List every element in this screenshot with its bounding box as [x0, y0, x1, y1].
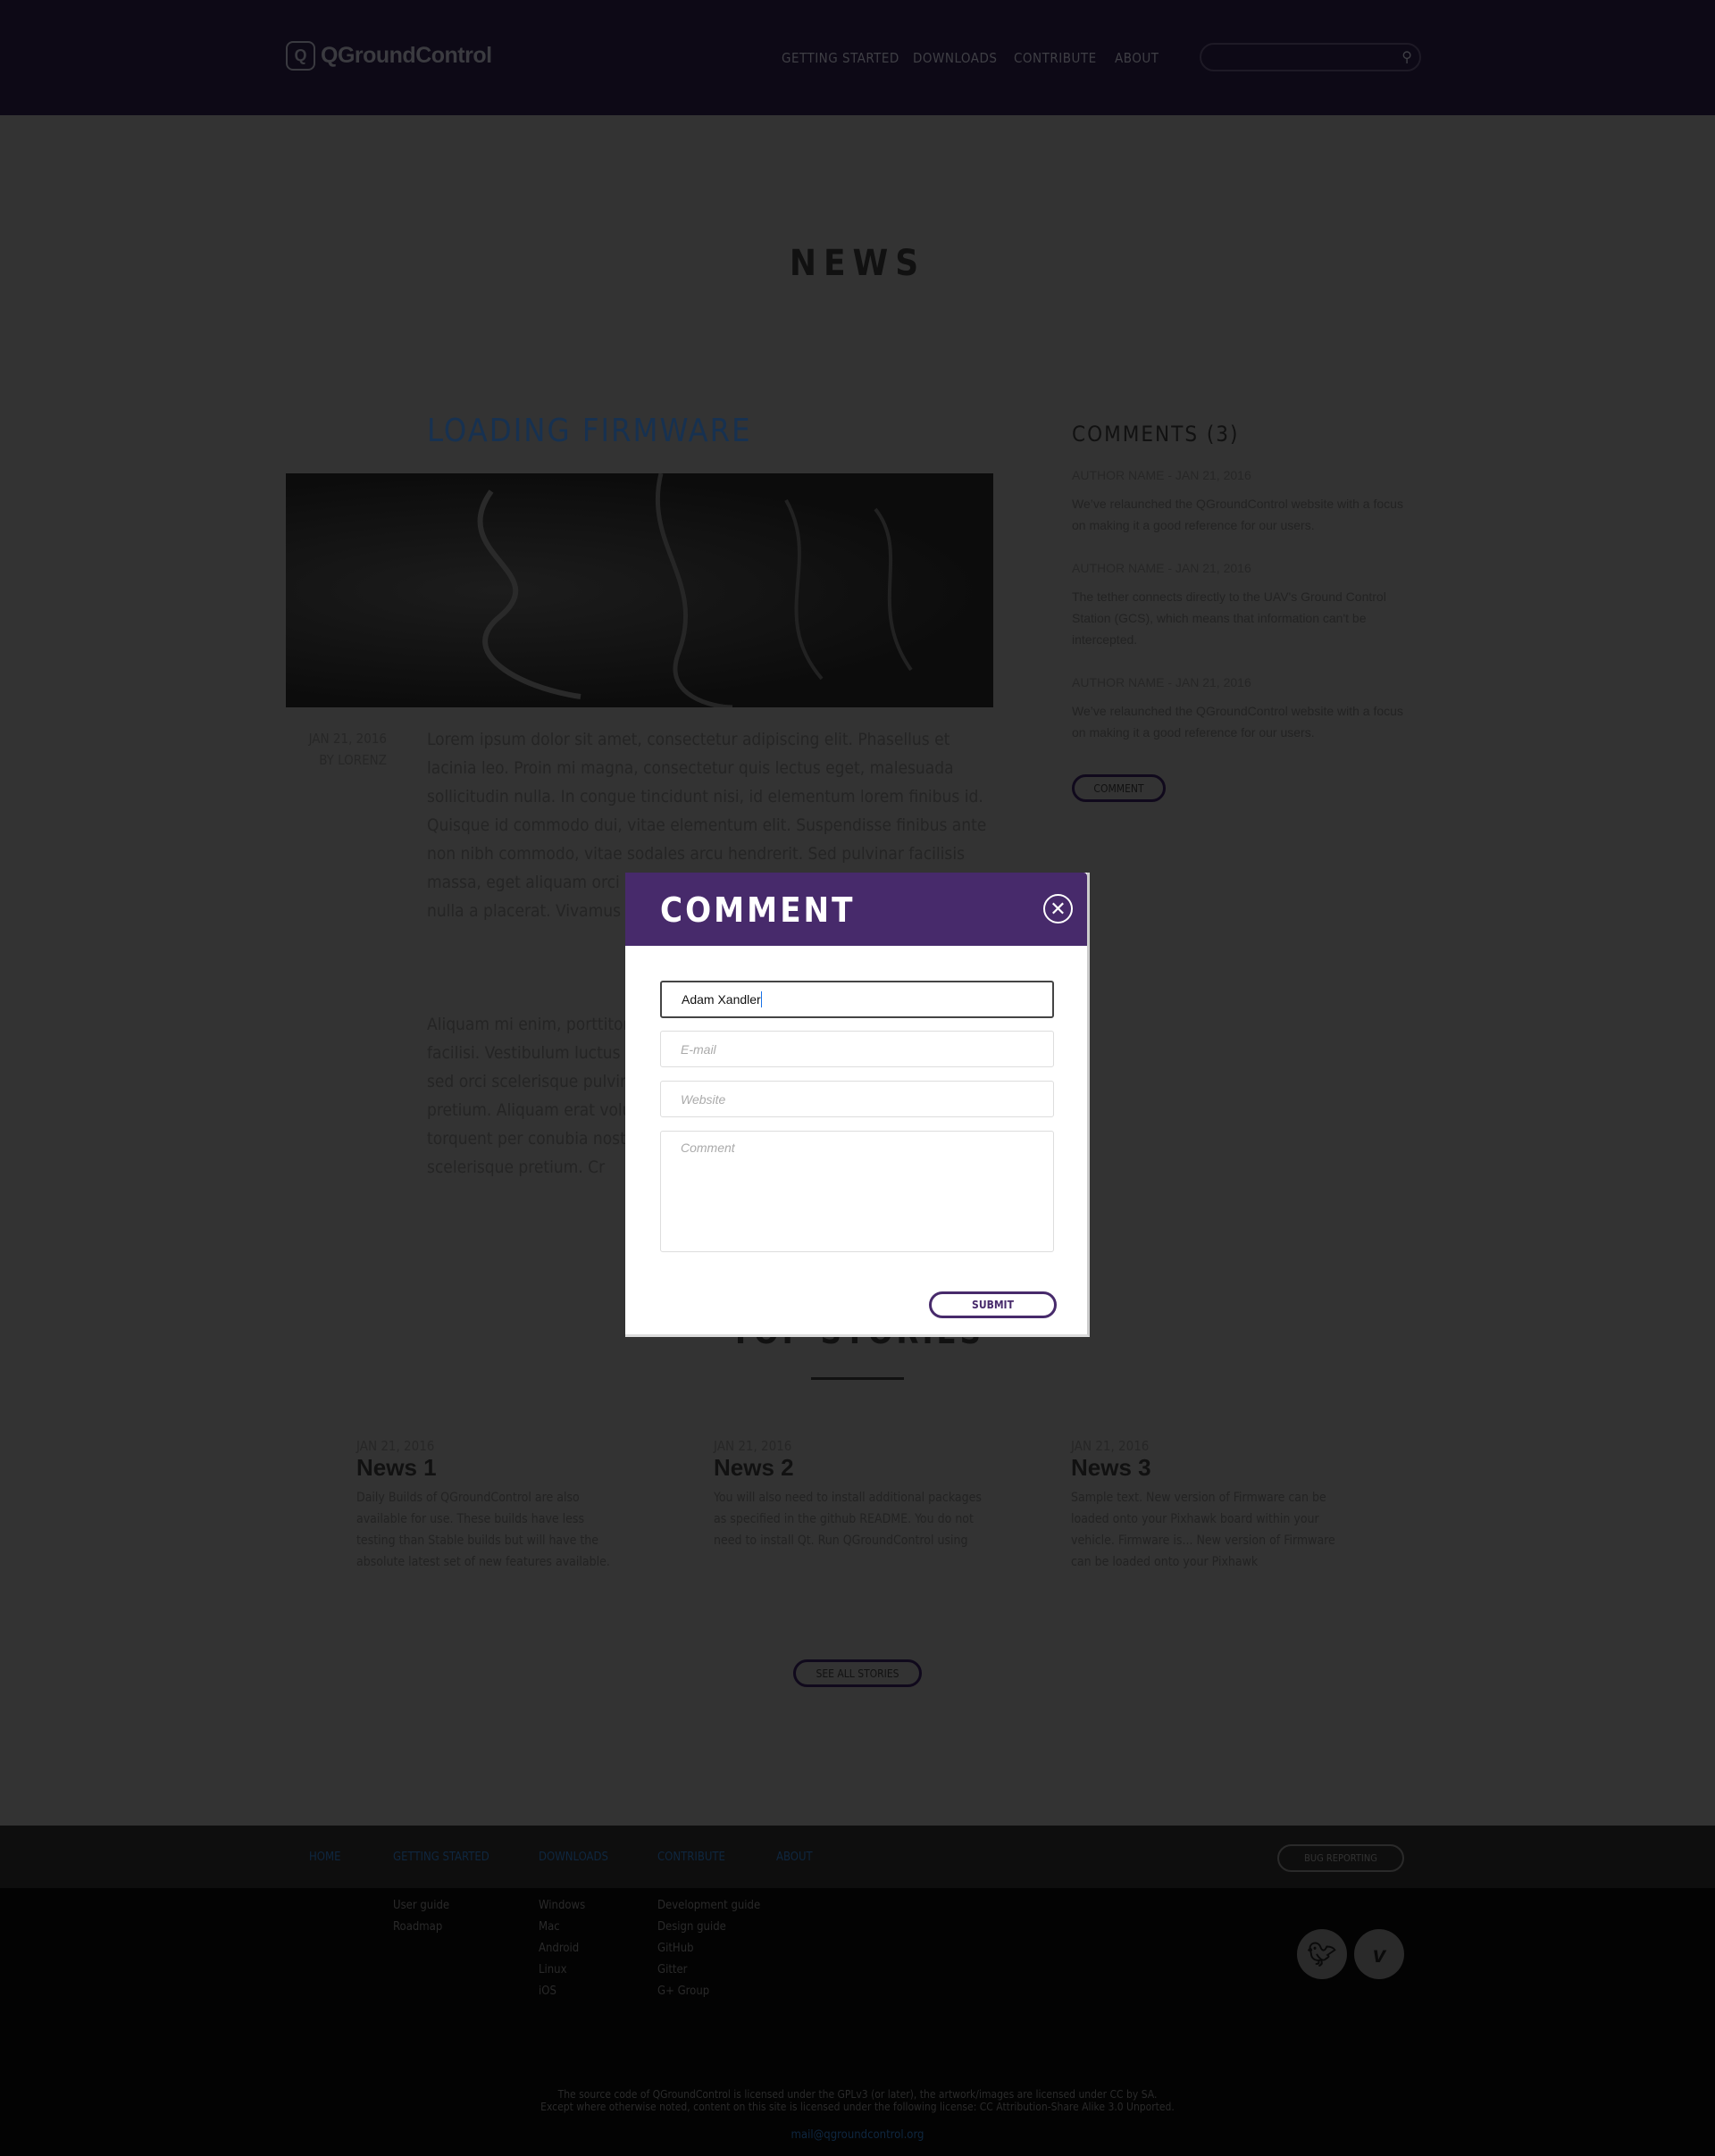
- comment-text: We’ve relaunched the QGroundControl webs…: [1072, 497, 1403, 532]
- news-text: You will also need to install additional…: [714, 1491, 982, 1548]
- comments-title: COMMENTS (3): [1072, 422, 1240, 447]
- news-title[interactable]: News 1: [356, 1454, 624, 1482]
- comment-text: The tether connects directly to the UAV'…: [1072, 589, 1386, 647]
- news-title[interactable]: News 2: [714, 1454, 982, 1482]
- bug-reporting-button[interactable]: BUG REPORTING: [1277, 1844, 1404, 1872]
- email-input[interactable]: E-mail: [660, 1031, 1054, 1067]
- footer-nav-contribute[interactable]: CONTRIBUTE: [657, 1851, 725, 1864]
- divider: [811, 1377, 904, 1380]
- modal-header: COMMENT ✕: [625, 873, 1087, 946]
- submit-button[interactable]: SUBMIT: [929, 1291, 1057, 1318]
- name-value: Adam Xandler: [682, 992, 761, 1007]
- footer-link[interactable]: Android: [539, 1942, 579, 1955]
- comment-modal: COMMENT ✕ Adam Xandler E-mail Website Co…: [625, 873, 1090, 1337]
- license-text: Except where otherwise noted, content on…: [540, 2101, 1175, 2113]
- nav-getting-started[interactable]: GETTING STARTED: [782, 50, 899, 66]
- see-all-stories-button[interactable]: SEE ALL STORIES: [793, 1659, 922, 1687]
- email-link[interactable]: mail@qgroundcontrol.org: [0, 2128, 1715, 2142]
- footer-link[interactable]: iOS: [539, 1985, 556, 1998]
- footer-link[interactable]: Roadmap: [393, 1920, 442, 1934]
- article-author: BY LORENZ: [319, 752, 387, 768]
- news-date: JAN 21, 2016: [356, 1438, 435, 1454]
- footer-link[interactable]: Design guide: [657, 1920, 726, 1934]
- article-image: [286, 473, 993, 707]
- website-input[interactable]: Website: [660, 1081, 1054, 1117]
- comment-button[interactable]: COMMENT: [1072, 774, 1166, 802]
- name-input[interactable]: Adam Xandler: [660, 981, 1054, 1018]
- nav-downloads[interactable]: DOWNLOADS: [913, 50, 997, 66]
- footer-link[interactable]: GitHub: [657, 1942, 694, 1955]
- logo-text: QGroundControl: [321, 43, 492, 68]
- road-aerial-image: [477, 473, 913, 707]
- news-date: JAN 21, 2016: [714, 1438, 792, 1454]
- footer-nav: HOME GETTING STARTED DOWNLOADS CONTRIBUT…: [0, 1826, 1715, 1888]
- footer-nav-about[interactable]: ABOUT: [776, 1851, 813, 1864]
- footer-link[interactable]: User guide: [393, 1899, 449, 1912]
- footer-link[interactable]: G+ Group: [657, 1985, 709, 1998]
- comment-text: We’ve relaunched the QGroundControl webs…: [1072, 704, 1403, 740]
- article-paragraph: Aliquam mi enim, porttitor facilisi. Ves…: [427, 1015, 655, 1177]
- news-text: Sample text. New version of Firmware can…: [1071, 1491, 1335, 1569]
- footer-link[interactable]: Windows: [539, 1899, 585, 1912]
- article-date: JAN 21, 2016: [308, 731, 387, 747]
- footer: User guide Roadmap Windows Mac Android L…: [0, 1888, 1715, 2156]
- search-input[interactable]: ⚲: [1200, 43, 1421, 71]
- comment-author: AUTHOR NAME - JAN 21, 2016: [1072, 468, 1251, 482]
- search-icon[interactable]: ⚲: [1401, 48, 1412, 66]
- footer-nav-home[interactable]: HOME: [309, 1851, 340, 1864]
- vimeo-icon[interactable]: v: [1354, 1929, 1404, 1979]
- article-title[interactable]: LOADING FIRMWARE: [427, 413, 752, 449]
- comment-author: AUTHOR NAME - JAN 21, 2016: [1072, 561, 1251, 575]
- footer-link[interactable]: Linux: [539, 1963, 567, 1976]
- modal-title: COMMENT: [660, 890, 856, 930]
- footer-nav-downloads[interactable]: DOWNLOADS: [539, 1851, 608, 1864]
- logo-icon: Q: [286, 41, 315, 71]
- news-date: JAN 21, 2016: [1071, 1438, 1150, 1454]
- page-title: NEWS: [789, 243, 926, 284]
- news-card[interactable]: JAN 21, 2016 News 2 You will also need t…: [714, 1438, 982, 1551]
- twitter-icon[interactable]: 🐦︎: [1297, 1929, 1347, 1979]
- news-title[interactable]: News 3: [1071, 1454, 1339, 1482]
- footer-link[interactable]: Gitter: [657, 1963, 687, 1976]
- logo[interactable]: Q QGroundControl: [286, 41, 492, 71]
- close-icon[interactable]: ✕: [1043, 894, 1073, 923]
- comment-author: AUTHOR NAME - JAN 21, 2016: [1072, 675, 1251, 689]
- news-card[interactable]: JAN 21, 2016 News 1 Daily Builds of QGro…: [356, 1438, 624, 1573]
- license-text: The source code of QGroundControl is lic…: [557, 2088, 1158, 2101]
- news-card[interactable]: JAN 21, 2016 News 3 Sample text. New ver…: [1071, 1438, 1339, 1573]
- text-cursor: [760, 991, 762, 1007]
- footer-nav-getting-started[interactable]: GETTING STARTED: [393, 1851, 489, 1864]
- nav-contribute[interactable]: CONTRIBUTE: [1014, 50, 1097, 66]
- nav-about[interactable]: ABOUT: [1115, 50, 1159, 66]
- footer-link[interactable]: Mac: [539, 1920, 560, 1934]
- news-text: Daily Builds of QGroundControl are also …: [356, 1491, 610, 1569]
- comment-textarea[interactable]: Comment: [660, 1131, 1054, 1252]
- footer-link[interactable]: Development guide: [657, 1899, 760, 1912]
- site-header: Q QGroundControl GETTING STARTED DOWNLOA…: [0, 0, 1715, 115]
